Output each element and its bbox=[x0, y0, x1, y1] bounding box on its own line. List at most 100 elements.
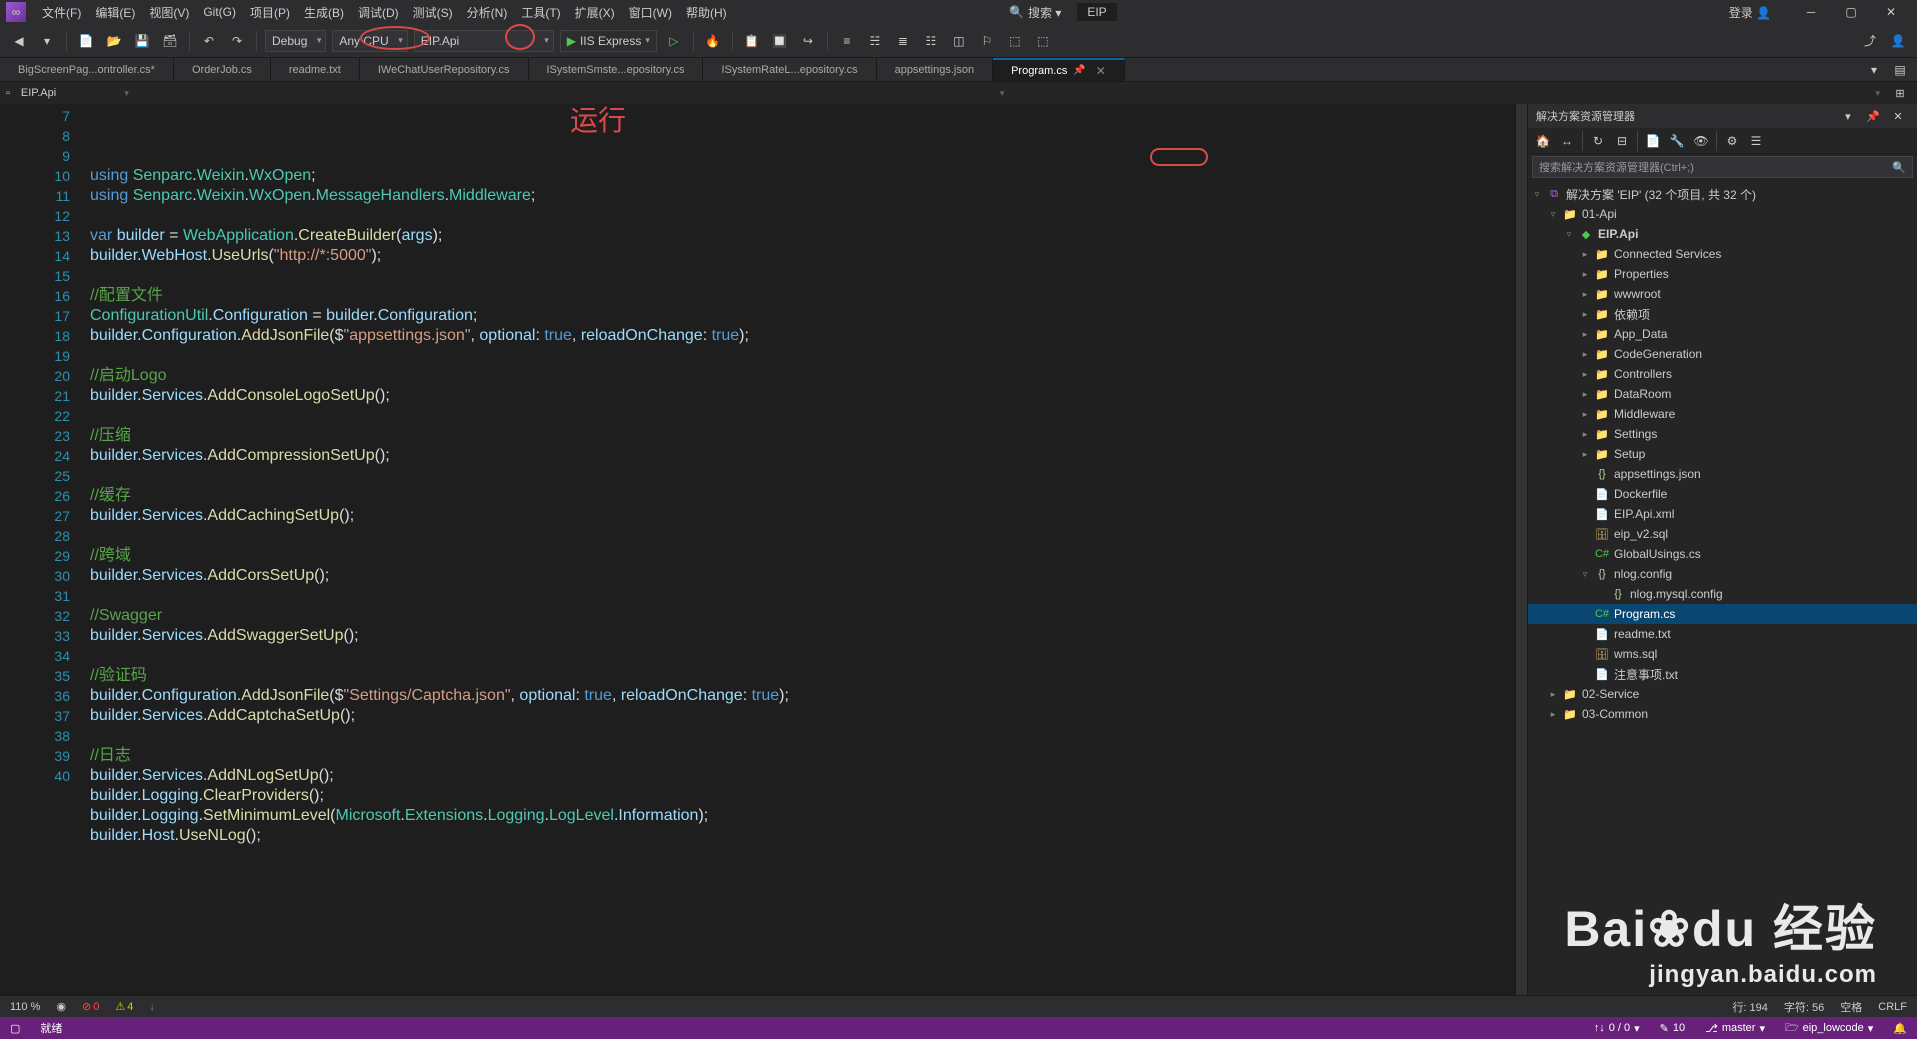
tree-row[interactable]: 🗄wms.sql bbox=[1528, 644, 1917, 664]
code-line[interactable]: builder.Host.UseNLog(); bbox=[90, 826, 1515, 846]
branch-status[interactable]: ⎇ master ▾ bbox=[1705, 1022, 1765, 1035]
code-line[interactable]: builder.Services.AddCaptchaSetUp(); bbox=[90, 706, 1515, 726]
menu-item[interactable]: 调试(D) bbox=[352, 2, 405, 23]
solexp-showall-button[interactable]: 📄 bbox=[1642, 130, 1664, 152]
tb-btn-1[interactable]: 📋 bbox=[741, 30, 763, 52]
code-line[interactable]: //跨域 bbox=[90, 546, 1515, 566]
pin-icon[interactable]: 📌 bbox=[1073, 65, 1085, 76]
tb-btn-11[interactable]: ⬚ bbox=[1032, 30, 1054, 52]
code-line[interactable] bbox=[90, 346, 1515, 366]
solexp-pin-button[interactable]: 📌 bbox=[1862, 105, 1884, 127]
code-line[interactable]: //启动Logo bbox=[90, 366, 1515, 386]
doc-tab[interactable]: IWeChatUserRepository.cs bbox=[360, 58, 529, 81]
tree-row[interactable]: ▿📁01-Api bbox=[1528, 204, 1917, 224]
code-line[interactable] bbox=[90, 406, 1515, 426]
doc-tab[interactable]: BigScreenPag...ontroller.cs* bbox=[0, 58, 174, 81]
code-line[interactable]: //配置文件 bbox=[90, 286, 1515, 306]
menu-item[interactable]: 文件(F) bbox=[36, 2, 87, 23]
platform-dropdown[interactable]: Any CPU bbox=[332, 30, 407, 52]
tree-row[interactable]: ▿{}nlog.config bbox=[1528, 564, 1917, 584]
nav-project-dropdown[interactable]: EIP.Api bbox=[14, 84, 134, 102]
expander-icon[interactable]: ▸ bbox=[1580, 329, 1590, 340]
close-button[interactable]: ✕ bbox=[1871, 0, 1911, 24]
tree-row[interactable]: ▸📁wwwroot bbox=[1528, 284, 1917, 304]
output-icon[interactable]: ▢ bbox=[10, 1022, 20, 1035]
menu-item[interactable]: Git(G) bbox=[197, 3, 242, 21]
doc-tab[interactable]: appsettings.json bbox=[877, 58, 994, 81]
tb-btn-8[interactable]: ◫ bbox=[948, 30, 970, 52]
warning-count[interactable]: ⚠ 4 bbox=[115, 1000, 133, 1013]
menu-item[interactable]: 测试(S) bbox=[407, 2, 459, 23]
tree-row[interactable]: ▿◆EIP.Api bbox=[1528, 224, 1917, 244]
undo-button[interactable]: ↶ bbox=[198, 30, 220, 52]
tree-row[interactable]: 📄注意事项.txt bbox=[1528, 664, 1917, 684]
save-all-button[interactable]: 🗃 bbox=[159, 30, 181, 52]
tree-row[interactable]: {}nlog.mysql.config bbox=[1528, 584, 1917, 604]
tree-row[interactable]: ▸📁02-Service bbox=[1528, 684, 1917, 704]
repo-status[interactable]: 🗁 eip_lowcode ▾ bbox=[1785, 1019, 1873, 1038]
doc-tab[interactable]: readme.txt bbox=[271, 58, 360, 81]
code-line[interactable]: builder.Services.AddConsoleLogoSetUp(); bbox=[90, 386, 1515, 406]
menu-item[interactable]: 生成(B) bbox=[298, 2, 350, 23]
diagnostics-status[interactable]: ↑↓ 0 / 0 ▾ bbox=[1594, 1022, 1640, 1035]
code-line[interactable]: builder.Services.AddCompressionSetUp(); bbox=[90, 446, 1515, 466]
code-editor[interactable]: 7891011121314151617181920212223242526272… bbox=[0, 104, 1527, 995]
changes-status[interactable]: ✎ 10 bbox=[1660, 1022, 1685, 1035]
code-line[interactable]: builder.Services.AddCorsSetUp(); bbox=[90, 566, 1515, 586]
tree-row[interactable]: ▸📁Properties bbox=[1528, 264, 1917, 284]
tb-btn-7[interactable]: ☷ bbox=[920, 30, 942, 52]
solexp-sync-button[interactable]: ↔ bbox=[1556, 130, 1578, 152]
run-nodebug-button[interactable]: ▷ bbox=[663, 30, 685, 52]
code-line[interactable]: ConfigurationUtil.Configuration = builde… bbox=[90, 306, 1515, 326]
tb-btn-6[interactable]: ≣ bbox=[892, 30, 914, 52]
expander-icon[interactable]: ▿ bbox=[1580, 569, 1590, 580]
expander-icon[interactable]: ▸ bbox=[1580, 249, 1590, 260]
tb-btn-10[interactable]: ⬚ bbox=[1004, 30, 1026, 52]
code-line[interactable]: //Swagger bbox=[90, 606, 1515, 626]
menu-item[interactable]: 项目(P) bbox=[244, 2, 296, 23]
solexp-collapse-button[interactable]: ⊟ bbox=[1611, 130, 1633, 152]
nav-split-button[interactable]: ⊞ bbox=[1889, 82, 1911, 104]
solexp-dropdown-button[interactable]: ▾ bbox=[1837, 105, 1859, 127]
tree-row[interactable]: ▸📁Settings bbox=[1528, 424, 1917, 444]
tb-btn-9[interactable]: ⚐ bbox=[976, 30, 998, 52]
expander-icon[interactable]: ▸ bbox=[1580, 409, 1590, 420]
menu-item[interactable]: 编辑(E) bbox=[89, 2, 141, 23]
code-line[interactable]: var builder = WebApplication.CreateBuild… bbox=[90, 226, 1515, 246]
code-line[interactable]: //压缩 bbox=[90, 426, 1515, 446]
expander-icon[interactable]: ▸ bbox=[1548, 709, 1558, 720]
expander-icon[interactable]: ▸ bbox=[1580, 429, 1590, 440]
solexp-home-button[interactable]: 🏠 bbox=[1532, 130, 1554, 152]
solexp-filter-button[interactable]: ☰ bbox=[1745, 130, 1767, 152]
code-line[interactable] bbox=[90, 266, 1515, 286]
menu-item[interactable]: 窗口(W) bbox=[623, 2, 678, 23]
expander-icon[interactable]: ▸ bbox=[1580, 309, 1590, 320]
line-col[interactable]: 行: 194 bbox=[1732, 999, 1767, 1015]
expander-icon[interactable]: ▿ bbox=[1532, 189, 1542, 200]
tree-row[interactable]: ▸📁App_Data bbox=[1528, 324, 1917, 344]
code-line[interactable]: //日志 bbox=[90, 746, 1515, 766]
expander-icon[interactable]: ▸ bbox=[1580, 449, 1590, 460]
code-line[interactable]: using Senparc.Weixin.WxOpen; bbox=[90, 166, 1515, 186]
solexp-view-button[interactable]: ⚙ bbox=[1721, 130, 1743, 152]
menu-item[interactable]: 工具(T) bbox=[515, 2, 566, 23]
error-count[interactable]: ⊘ 0 bbox=[82, 1000, 99, 1013]
solexp-preview-button[interactable]: 👁 bbox=[1690, 130, 1712, 152]
nav-back-button[interactable]: ◀ bbox=[8, 30, 30, 52]
expander-icon[interactable]: ▸ bbox=[1580, 289, 1590, 300]
tab-dropdown-button[interactable]: ▾ bbox=[1863, 59, 1885, 81]
code-line[interactable]: builder.Configuration.AddJsonFile($"apps… bbox=[90, 326, 1515, 346]
code-line[interactable]: using Senparc.Weixin.WxOpen.MessageHandl… bbox=[90, 186, 1515, 206]
tree-row[interactable]: {}appsettings.json bbox=[1528, 464, 1917, 484]
nav-member-dropdown[interactable] bbox=[1013, 84, 1885, 102]
doc-tab[interactable]: OrderJob.cs bbox=[174, 58, 271, 81]
solexp-refresh-button[interactable]: ↻ bbox=[1587, 130, 1609, 152]
config-dropdown[interactable]: Debug bbox=[265, 30, 326, 52]
scroll-margin[interactable] bbox=[1515, 104, 1527, 995]
expander-icon[interactable]: ▸ bbox=[1580, 349, 1590, 360]
expander-icon[interactable]: ▸ bbox=[1580, 269, 1590, 280]
tree-row[interactable]: ▸📁依赖项 bbox=[1528, 304, 1917, 324]
save-button[interactable]: 💾 bbox=[131, 30, 153, 52]
issues-icon[interactable]: ◉ bbox=[56, 1000, 66, 1013]
nav-namespace-dropdown[interactable] bbox=[138, 84, 1010, 102]
